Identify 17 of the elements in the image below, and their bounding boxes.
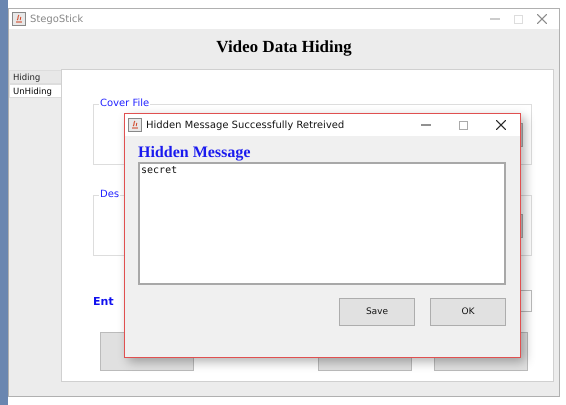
ok-button[interactable]: OK (430, 298, 506, 326)
dialog-heading: Hidden Message (138, 144, 252, 162)
app-icon (12, 12, 26, 26)
group-label: Cover File (99, 98, 150, 109)
message-area[interactable]: secret (138, 162, 506, 285)
tab[interactable]: UnHiding (9, 84, 61, 98)
maximize-icon[interactable] (459, 120, 468, 130)
save-button[interactable]: Save (339, 298, 415, 326)
tab[interactable]: Hiding (9, 70, 61, 84)
close-icon[interactable] (496, 120, 506, 130)
window-title: StegoStick (30, 14, 84, 24)
dialog-title: Hidden Message Successfully Retreived (146, 120, 344, 130)
page-heading: Video Data Hiding (215, 36, 353, 58)
app-icon (128, 118, 142, 132)
group-label: Des (99, 189, 120, 200)
minimize-icon[interactable] (421, 124, 431, 126)
field-label: Ent (93, 294, 114, 308)
